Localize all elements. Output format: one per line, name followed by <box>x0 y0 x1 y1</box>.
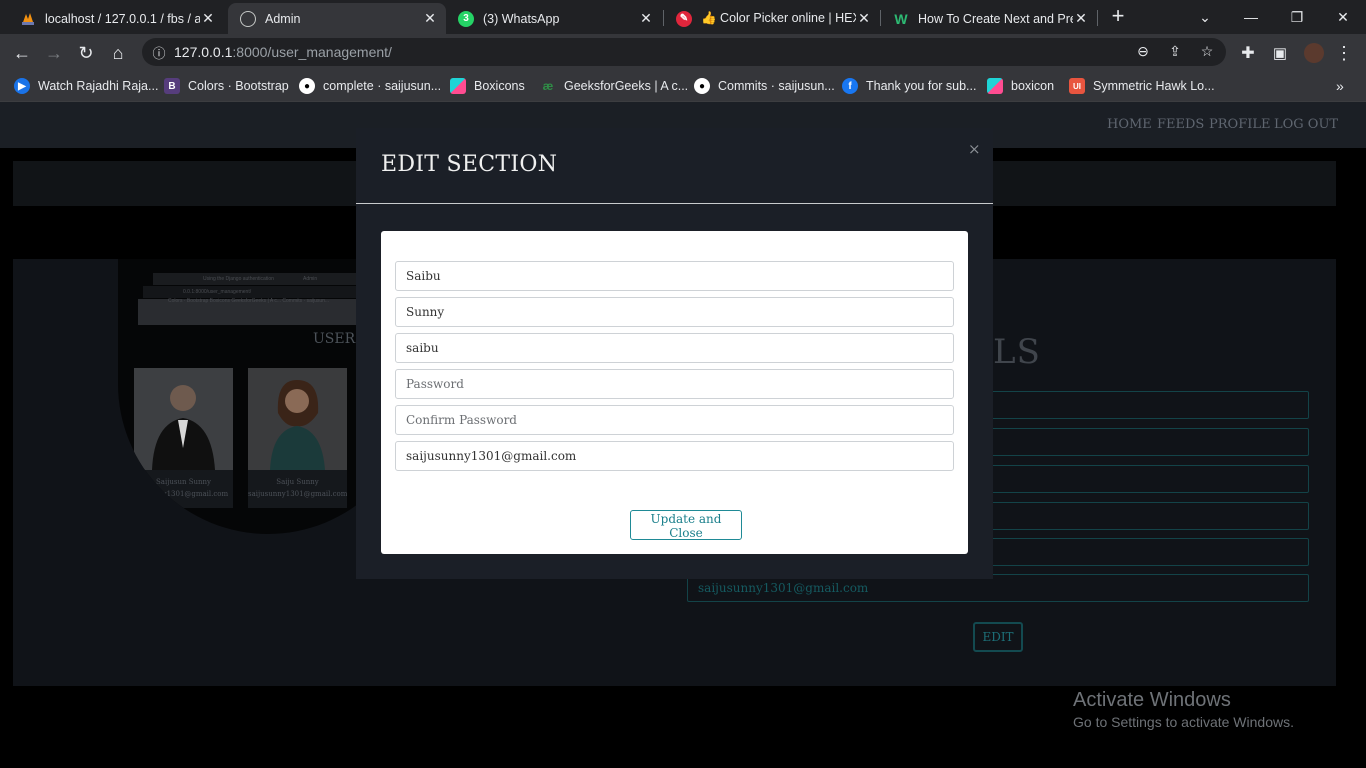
email-field[interactable] <box>395 441 954 471</box>
bookmark-item[interactable]: æ GeeksforGeeks | A c... <box>540 77 688 95</box>
restore-icon[interactable]: ❐ <box>1274 0 1320 34</box>
edit-form: Update and Close <box>381 231 968 554</box>
tab-search-icon[interactable]: ⌄ <box>1182 0 1228 34</box>
bootstrap-icon: B <box>164 78 180 94</box>
tab-whatsapp[interactable]: 3 (3) WhatsApp ✕ <box>446 3 662 34</box>
github-icon: ● <box>299 78 315 94</box>
extensions-icon[interactable]: ✚ <box>1236 41 1260 65</box>
bookmark-label: GeeksforGeeks | A c... <box>564 79 689 93</box>
url-text[interactable]: 127.0.0.1:8000/user_management/ <box>174 44 392 60</box>
bookmark-item[interactable]: Boxicons <box>450 77 525 95</box>
tab-color-picker[interactable]: ✎ 👍 Color Picker online | HEX ✕ <box>664 3 880 34</box>
facebook-icon: f <box>842 78 858 94</box>
bookmark-item[interactable]: ● complete · saijusun... <box>299 77 441 95</box>
tab-strip: localhost / 127.0.0.1 / fbs / ap ✕ Admin… <box>0 0 1366 34</box>
star-icon[interactable]: ☆ <box>1198 43 1216 60</box>
user-card[interactable]: Saiju Sunny saijusunny1301@gmail.com <box>248 368 347 508</box>
github-icon: ● <box>694 78 710 94</box>
bookmark-item[interactable]: ▶ Watch Rajadhi Raja... <box>14 77 158 95</box>
bookmark-label: Colors · Bootstrap <box>188 79 289 93</box>
address-bar[interactable]: ⓘ 127.0.0.1:8000/user_management/ ⊖ ⇪ ☆ <box>142 38 1226 66</box>
edit-button[interactable]: EDIT <box>973 622 1023 652</box>
avatar[interactable] <box>1302 41 1326 65</box>
bookmark-label: Watch Rajadhi Raja... <box>38 79 159 93</box>
w3-icon: W <box>894 10 908 27</box>
nav-home[interactable]: HOME <box>1107 117 1152 132</box>
tab-separator <box>1097 10 1098 26</box>
close-window-icon[interactable]: ✕ <box>1320 0 1366 34</box>
user-email: saijusunny1301@gmail.com <box>248 490 347 498</box>
new-tab-button[interactable]: + <box>1106 3 1130 28</box>
info-icon[interactable]: ⓘ <box>150 43 168 62</box>
bookmark-item[interactable]: f Thank you for sub... <box>842 77 976 95</box>
bookmark-label: Thank you for sub... <box>866 79 977 93</box>
reload-icon[interactable]: ↻ <box>74 41 98 65</box>
bg-email-value: saijusunny1301@gmail.com <box>698 581 869 595</box>
globe-icon <box>240 10 256 27</box>
bookmark-label: complete · saijusun... <box>323 79 442 93</box>
gfg-icon: æ <box>542 79 554 93</box>
close-icon[interactable]: × <box>968 140 981 158</box>
bookmark-item[interactable]: ● Commits · saijusun... <box>694 77 835 95</box>
tab-title: How To Create Next and Prev <box>918 11 1073 26</box>
windows-activation-watermark: Activate Windows Go to Settings to activ… <box>1073 689 1294 730</box>
side-panel-icon[interactable]: ▣ <box>1268 41 1292 65</box>
boxicons-icon <box>450 78 466 94</box>
phpmyadmin-icon <box>20 11 36 27</box>
close-tab-icon[interactable]: ✕ <box>638 10 654 27</box>
tab-title: Admin <box>265 11 301 26</box>
forward-arrow-icon[interactable]: → <box>42 41 66 65</box>
ui-icon: UI <box>1069 78 1085 94</box>
tab-title: (3) WhatsApp <box>483 11 560 26</box>
bookmark-item[interactable]: UI Symmetric Hawk Lo... <box>1069 77 1215 95</box>
bookmark-item[interactable]: B Colors · Bootstrap <box>164 77 289 95</box>
share-icon[interactable]: ⇪ <box>1166 43 1184 60</box>
password-field[interactable] <box>395 369 954 399</box>
first-name-field[interactable] <box>395 261 954 291</box>
watermark-line1: Activate Windows <box>1073 689 1231 711</box>
close-tab-icon[interactable]: ✕ <box>422 10 438 27</box>
close-tab-icon[interactable]: ✕ <box>1073 10 1089 27</box>
tab-title: 👍 Color Picker online | HEX <box>701 11 856 25</box>
bookmark-label: boxicon <box>1011 79 1055 93</box>
close-tab-icon[interactable]: ✕ <box>856 10 872 27</box>
tab-w3[interactable]: W How To Create Next and Prev ✕ <box>881 3 1097 34</box>
play-icon: ▶ <box>14 78 30 94</box>
bookmark-label: Symmetric Hawk Lo... <box>1093 79 1215 93</box>
whatsapp-icon: 3 <box>458 10 474 27</box>
home-icon[interactable]: ⌂ <box>106 41 130 65</box>
watermark-line2: Go to Settings to activate Windows. <box>1073 714 1294 730</box>
back-arrow-icon[interactable]: ← <box>10 41 34 65</box>
tab-title: localhost / 127.0.0.1 / fbs / ap <box>45 11 200 26</box>
more-bookmarks-icon[interactable]: » <box>1336 77 1344 95</box>
bookmark-label: Commits · saijusun... <box>718 79 835 93</box>
bookmark-label: Boxicons <box>474 79 525 93</box>
close-tab-icon[interactable]: ✕ <box>200 10 216 27</box>
menu-kebab-icon[interactable]: ⋮ <box>1332 41 1356 65</box>
modal-title: EDIT SECTION <box>381 152 558 177</box>
confirm-password-field[interactable] <box>395 405 954 435</box>
user-photo <box>134 368 233 470</box>
color-picker-icon: ✎ <box>676 10 692 27</box>
nav-feeds[interactable]: FEEDS <box>1157 117 1204 132</box>
user-name: Saiju Sunny <box>276 478 319 486</box>
modal-divider <box>356 203 993 204</box>
user-name: Saijusun Sunny <box>156 478 211 486</box>
zoom-icon[interactable]: ⊖ <box>1134 43 1152 60</box>
user-photo <box>248 368 347 470</box>
tab-admin[interactable]: Admin ✕ <box>228 3 446 34</box>
nav-logout[interactable]: LOG OUT <box>1274 117 1338 132</box>
tab-phpmyadmin[interactable]: localhost / 127.0.0.1 / fbs / ap ✕ <box>8 3 224 34</box>
minimize-icon[interactable]: — <box>1228 0 1274 34</box>
bookmark-item[interactable]: boxicon <box>987 77 1054 95</box>
bookmarks-bar: ▶ Watch Rajadhi Raja... B Colors · Bootstr… <box>0 71 1366 102</box>
update-and-close-button[interactable]: Update and Close <box>630 510 742 540</box>
boxicons-icon <box>987 78 1003 94</box>
username-field[interactable] <box>395 333 954 363</box>
user-card[interactable]: Saijusun Sunny jusunny1301@gmail.com <box>134 368 233 508</box>
user-email: jusunny1301@gmail.com <box>138 490 229 498</box>
edit-modal: EDIT SECTION × Update and Close <box>356 128 993 579</box>
nav-profile[interactable]: PROFILE <box>1209 117 1270 132</box>
last-name-field[interactable] <box>395 297 954 327</box>
